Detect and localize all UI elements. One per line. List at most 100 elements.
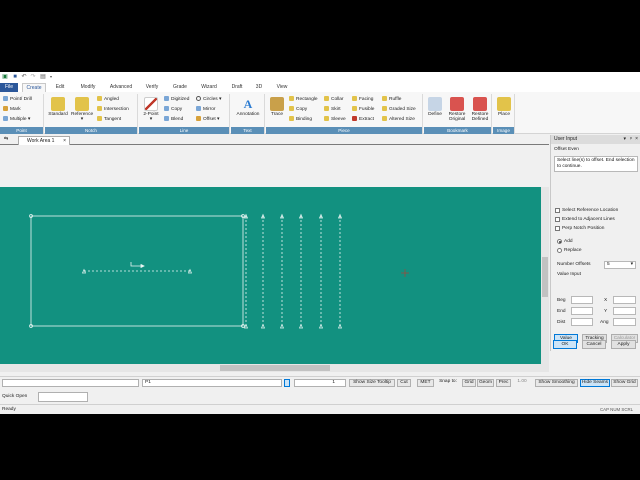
- fusible-button[interactable]: Fusible: [352, 106, 374, 114]
- tab-view[interactable]: View: [272, 83, 292, 92]
- ribbon: Point/ Drill Mark Multiple ▾ Point Stand…: [0, 92, 640, 134]
- tab-work-area-1[interactable]: Work Area 1 ×: [18, 136, 70, 145]
- ruffle-button[interactable]: Ruffle: [382, 96, 401, 104]
- copy-line-button[interactable]: Copy: [164, 106, 182, 114]
- tab-wizard[interactable]: Wizard: [196, 83, 222, 92]
- extract-button[interactable]: Extract: [352, 116, 374, 124]
- tab-create[interactable]: Create: [22, 83, 46, 92]
- circles-button[interactable]: Circles ▾: [196, 96, 221, 104]
- intersection-notch-button[interactable]: Intersection: [97, 106, 129, 114]
- work-area-canvas[interactable]: [0, 187, 541, 364]
- panel-menu-icon[interactable]: ▾: [623, 135, 626, 144]
- annotation-button[interactable]: A Annotation: [236, 95, 260, 125]
- facing-button[interactable]: Facing: [352, 96, 373, 104]
- redo-icon[interactable]: ↷: [30, 74, 36, 80]
- altered-size-button[interactable]: Altered Size: [382, 116, 415, 124]
- grain-arrow[interactable]: [130, 262, 141, 267]
- group-notch: Standard Reference ▾ Angled Intersection …: [45, 94, 138, 134]
- horizontal-scroll-thumb[interactable]: [220, 365, 330, 371]
- place-image-button[interactable]: Place: [493, 95, 515, 125]
- tangent-notch-button[interactable]: Tangent: [97, 116, 121, 124]
- add-radio[interactable]: [557, 239, 562, 244]
- beg-field[interactable]: [571, 296, 593, 304]
- perp-notch-position-checkbox[interactable]: [555, 226, 560, 231]
- offset-button[interactable]: Offset ▾: [196, 116, 219, 124]
- define-bookmark-button[interactable]: Define: [425, 95, 445, 125]
- standard-notch-button[interactable]: Standard: [47, 95, 69, 125]
- units-button[interactable]: MET: [417, 379, 434, 387]
- tab-grade[interactable]: Grade: [168, 83, 192, 92]
- digitized-line-button[interactable]: Digitized: [164, 96, 189, 104]
- snap-geom-button[interactable]: Geom: [477, 379, 494, 387]
- tab-list-icon[interactable]: ⇆: [4, 136, 8, 142]
- ok-button[interactable]: OK: [553, 340, 577, 349]
- beg-label: Beg: [557, 298, 566, 303]
- tab-file[interactable]: File: [0, 83, 18, 92]
- reference-notch-button[interactable]: Reference ▾: [71, 95, 93, 125]
- skirt-button[interactable]: Skirt: [324, 106, 341, 114]
- end-field[interactable]: [571, 307, 593, 315]
- horizontal-scrollbar[interactable]: [0, 364, 549, 372]
- piece-picker-button[interactable]: [284, 379, 290, 387]
- snap-grid-button[interactable]: Grid: [462, 379, 476, 387]
- dist-field[interactable]: [571, 318, 593, 326]
- select-reference-location-label: Select Reference Location: [562, 208, 619, 213]
- apply-button[interactable]: Apply: [611, 340, 636, 349]
- mirror-button[interactable]: Mirror: [196, 106, 216, 114]
- show-size-tooltip-button[interactable]: Show Size Tooltip: [349, 379, 395, 387]
- undo-icon[interactable]: ↶: [21, 74, 27, 80]
- save-icon[interactable]: ■: [12, 74, 18, 80]
- tab-advanced[interactable]: Advanced: [106, 83, 136, 92]
- multiple-points-icon: [3, 116, 8, 121]
- replace-radio[interactable]: [557, 248, 562, 253]
- extend-to-adjacent-lines-checkbox[interactable]: [555, 217, 560, 222]
- show-grid-button[interactable]: Show Grid: [611, 379, 638, 387]
- mark-button[interactable]: Mark: [3, 106, 21, 114]
- tab-verify[interactable]: Verify: [140, 83, 164, 92]
- reference-notch-icon: [75, 97, 89, 111]
- ang-field[interactable]: [613, 318, 636, 326]
- command-line-input[interactable]: [2, 379, 139, 387]
- print-icon[interactable]: ▤: [40, 74, 46, 80]
- sleeve-button[interactable]: Sleeve: [324, 116, 346, 124]
- blend-line-button[interactable]: Blend: [164, 116, 183, 124]
- tab-draft[interactable]: Draft: [226, 83, 248, 92]
- vertical-scroll-thumb[interactable]: [542, 257, 548, 297]
- two-point-line-button[interactable]: 2-Point ▾: [140, 95, 162, 125]
- vertical-scrollbar[interactable]: [541, 187, 549, 364]
- show-smoothing-button[interactable]: Show Smoothing: [535, 379, 578, 387]
- panel-close-icon[interactable]: ×: [635, 135, 638, 144]
- multiple-button[interactable]: Multiple ▾: [3, 116, 30, 124]
- restore-defined-button[interactable]: Restore Defined: [469, 95, 491, 125]
- x-field[interactable]: [613, 296, 636, 304]
- quick-open-input[interactable]: [38, 392, 88, 402]
- angled-notch-button[interactable]: Angled: [97, 96, 119, 104]
- pin-icon[interactable]: ᵖ: [630, 135, 632, 144]
- annotation-icon: A: [243, 97, 253, 111]
- snap-prec-button[interactable]: Prec: [496, 379, 511, 387]
- close-tab-icon[interactable]: ×: [63, 137, 66, 145]
- select-reference-location-checkbox[interactable]: [555, 208, 560, 213]
- piece-number-field[interactable]: 1: [294, 379, 346, 387]
- standard-notch-icon: [51, 97, 65, 111]
- rectangle-button[interactable]: Rectangle: [289, 96, 318, 104]
- cancel-button[interactable]: Cancel: [582, 340, 606, 349]
- number-offsets-select[interactable]: 5 ▾: [604, 261, 636, 269]
- customize-dropdown-icon[interactable]: ▾: [48, 74, 54, 80]
- copy-piece-button[interactable]: Copy: [289, 106, 307, 114]
- binding-button[interactable]: Binding: [289, 116, 312, 124]
- graded-size-button[interactable]: Graded Size: [382, 106, 416, 114]
- hide-seams-button[interactable]: Hide Seams: [580, 379, 610, 387]
- tab-3d[interactable]: 3D: [252, 83, 266, 92]
- cut-button[interactable]: Cut: [397, 379, 411, 387]
- tab-edit[interactable]: Edit: [50, 83, 70, 92]
- point-drill-button[interactable]: Point/ Drill: [3, 96, 32, 104]
- tab-modify[interactable]: Modify: [74, 83, 102, 92]
- trace-button[interactable]: Trace: [267, 95, 287, 125]
- piece-name-field[interactable]: P1: [142, 379, 282, 387]
- restore-original-button[interactable]: Restore Original: [446, 95, 468, 125]
- y-field[interactable]: [613, 307, 636, 315]
- copy-line-icon: [164, 106, 169, 111]
- collar-button[interactable]: Collar: [324, 96, 344, 104]
- app-icon[interactable]: ▣: [2, 74, 8, 80]
